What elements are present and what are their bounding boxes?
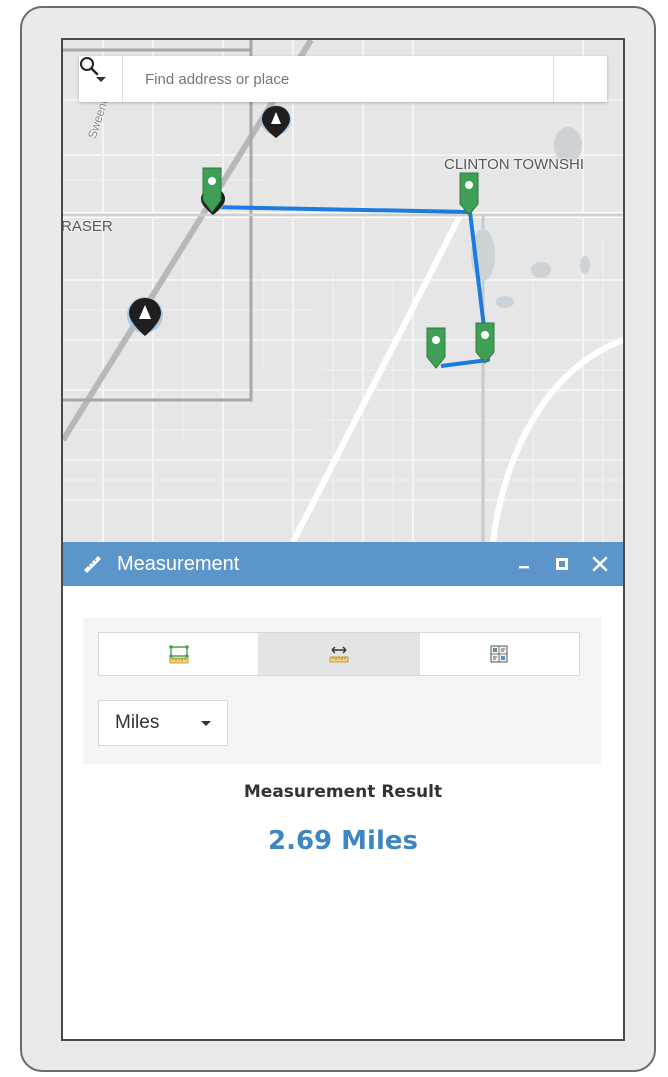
panel-title: Measurement — [117, 552, 240, 575]
result-value: 2.69 Miles — [267, 826, 418, 856]
maximize-button[interactable] — [543, 542, 581, 586]
measure-distance-icon — [329, 646, 349, 663]
measure-area-button[interactable] — [99, 633, 260, 675]
map-label-clinton: CLINTON TOWNSHI — [444, 156, 585, 173]
result-title: Measurement Result — [243, 782, 443, 802]
measurement-panel-header: Measurement — [63, 542, 623, 586]
measurement-tools: Miles — [83, 618, 601, 764]
panel-controls — [505, 542, 619, 586]
measure-distance-button[interactable] — [259, 633, 420, 675]
measurement-panel-body: Miles Measurement Result 2.69 Miles — [63, 586, 623, 1039]
app-screen: CLINTON TOWNSHI RASER Sweeney D Measurem… — [61, 38, 625, 1041]
search-input[interactable] — [123, 57, 553, 101]
search-icon — [80, 57, 99, 76]
search-bar — [79, 56, 607, 102]
search-button[interactable] — [80, 56, 607, 102]
unit-selected-label: Miles — [115, 712, 160, 733]
location-coordinate-button[interactable] — [420, 633, 579, 675]
minimize-button[interactable] — [505, 542, 543, 586]
map-canvas — [63, 40, 623, 542]
close-icon — [592, 556, 608, 572]
caret-down-icon — [95, 76, 106, 82]
location-coordinate-icon — [490, 645, 508, 663]
unit-select[interactable]: Miles — [98, 700, 228, 746]
close-button[interactable] — [581, 542, 619, 586]
maximize-icon — [556, 558, 568, 570]
map-label-fraser: RASER — [63, 218, 113, 235]
map-view[interactable]: CLINTON TOWNSHI RASER Sweeney D — [63, 40, 623, 542]
measure-area-icon — [168, 645, 189, 664]
chevron-down-icon — [201, 721, 211, 726]
minimize-icon — [519, 566, 529, 569]
measure-tool-bar — [98, 632, 580, 676]
ruler-icon — [84, 556, 101, 573]
